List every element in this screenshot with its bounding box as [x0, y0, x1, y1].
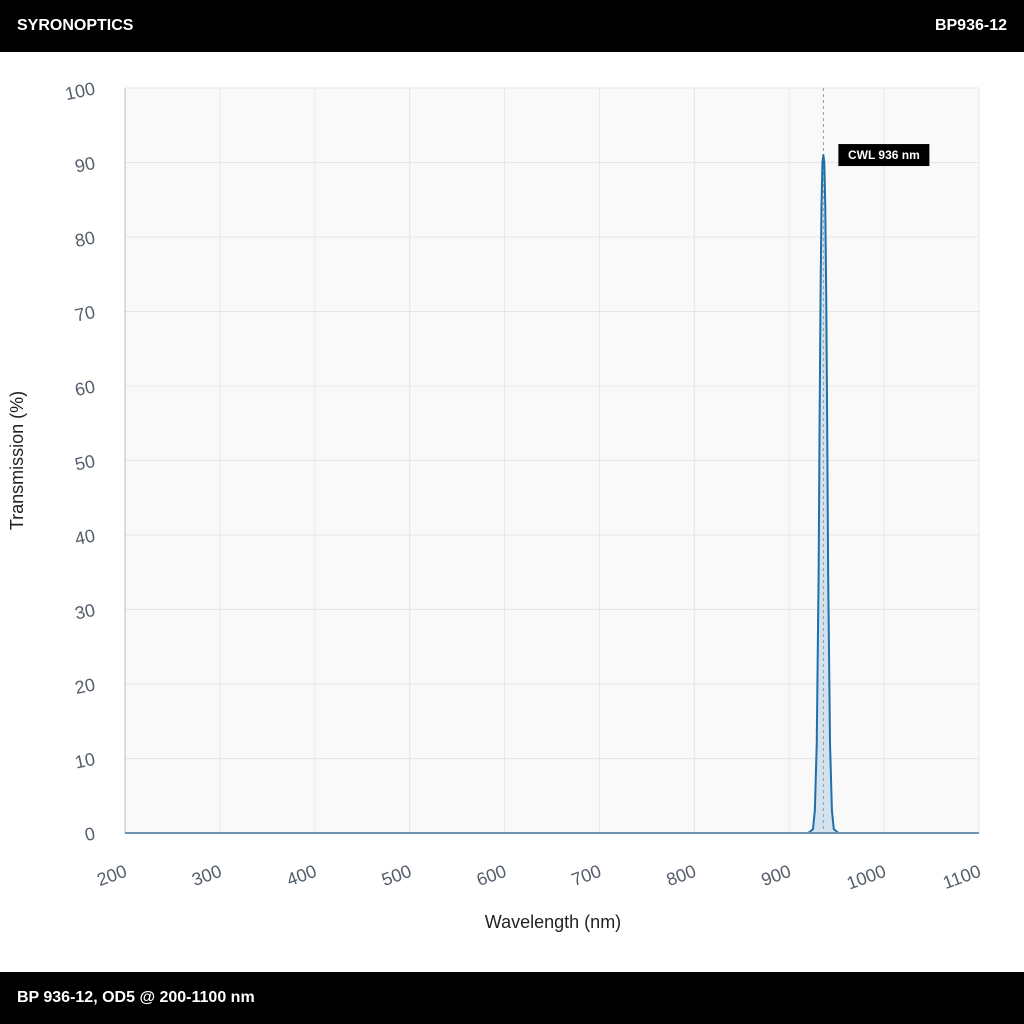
part-number: BP936-12	[934, 17, 1007, 34]
transmission-chart: 0 10 20 30 40 50 60 70 80 90 100 200 300 400 500 600 70…	[7, 78, 983, 932]
header-bar: SYRONOPTICS BP936-12	[0, 0, 1024, 52]
y-tick-0: 0	[83, 823, 97, 845]
y-tick-10: 10	[73, 749, 97, 773]
x-tick-800: 800	[664, 861, 699, 890]
x-tick-900: 900	[759, 861, 794, 890]
y-tick-20: 20	[73, 674, 97, 698]
y-tick-50: 50	[73, 451, 97, 475]
y-tick-30: 30	[73, 600, 97, 624]
y-tick-100: 100	[63, 78, 97, 104]
cwl-badge: CWL 936 nm	[838, 144, 930, 167]
x-tick-1000: 1000	[844, 861, 888, 893]
brand-name: SYRONOPTICS	[17, 17, 134, 34]
x-tick-500: 500	[379, 861, 414, 890]
y-tick-60: 60	[73, 376, 97, 400]
footer-caption: BP 936-12, OD5 @ 200-1100 nm	[17, 989, 255, 1006]
x-tick-400: 400	[284, 861, 319, 890]
x-tick-1100: 1100	[940, 861, 983, 893]
y-tick-80: 80	[73, 227, 97, 251]
footer-bar: BP 936-12, OD5 @ 200-1100 nm	[0, 972, 1024, 1024]
y-axis-title: Transmission (%)	[7, 391, 27, 530]
x-tick-300: 300	[189, 861, 224, 890]
x-tick-200: 200	[94, 861, 129, 890]
y-tick-labels: 0 10 20 30 40 50 60 70 80 90 100	[63, 78, 97, 845]
y-tick-90: 90	[73, 153, 97, 177]
x-tick-700: 700	[569, 861, 604, 890]
y-tick-40: 40	[73, 525, 97, 549]
y-tick-70: 70	[73, 302, 97, 326]
x-axis-title: Wavelength (nm)	[485, 912, 621, 932]
x-tick-600: 600	[474, 861, 509, 890]
cwl-badge-label: CWL 936 nm	[848, 148, 920, 162]
x-tick-labels: 200 300 400 500 600 700 800 900 1000 1100	[94, 861, 983, 893]
